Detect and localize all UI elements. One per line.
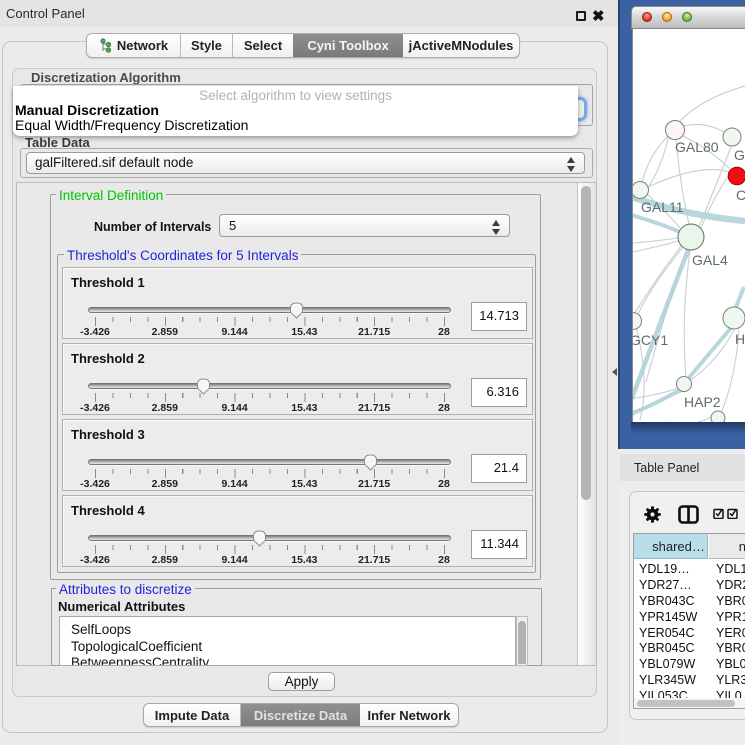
svg-text:GAL4: GAL4 <box>692 252 728 268</box>
svg-text:HAP2: HAP2 <box>684 394 721 410</box>
svg-text:GCY1: GCY1 <box>633 332 668 348</box>
svg-text:H: H <box>735 331 745 347</box>
svg-text:C: C <box>736 187 745 203</box>
svg-text:GAL11: GAL11 <box>641 199 684 215</box>
svg-text:GAL80: GAL80 <box>675 139 719 155</box>
svg-text:GA: GA <box>734 147 745 163</box>
